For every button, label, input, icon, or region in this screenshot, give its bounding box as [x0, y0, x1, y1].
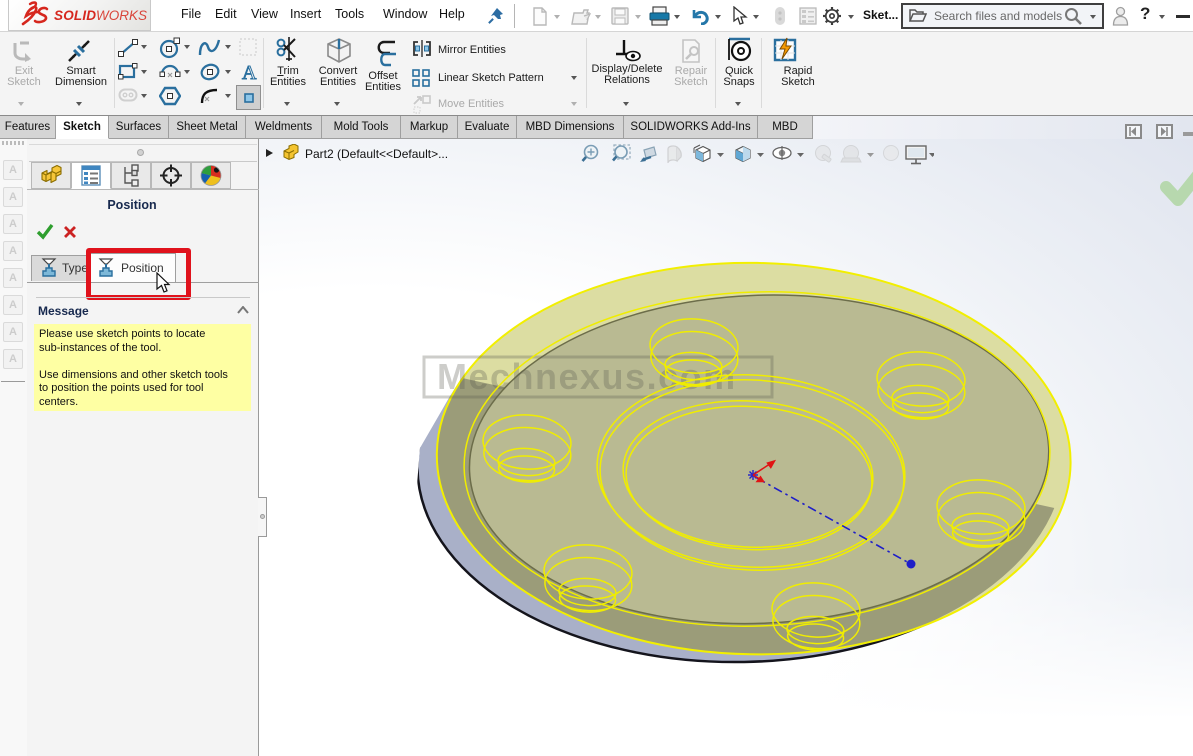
svg-text:SOLID: SOLID	[54, 8, 96, 23]
svg-text:WORKS: WORKS	[96, 8, 147, 23]
svg-text:A: A	[242, 62, 257, 82]
svg-text:Mechnexus.com: Mechnexus.com	[437, 356, 737, 397]
